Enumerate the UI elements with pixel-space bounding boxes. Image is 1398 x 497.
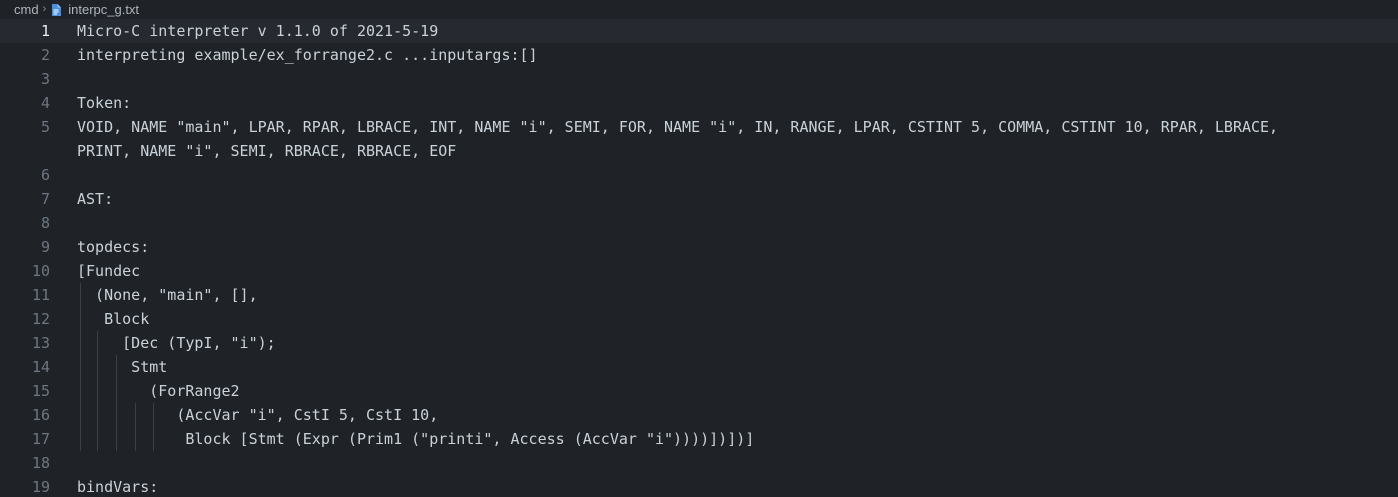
code-line[interactable]: 14 Stmt [0, 355, 1398, 379]
code-line[interactable]: 2 interpreting example/ex_forrange2.c ...… [0, 43, 1398, 67]
line-text: PRINT, NAME "i", SEMI, RBRACE, RBRACE, E… [77, 142, 457, 160]
line-number: 5 [40, 118, 50, 136]
line-text: (None, "main", [], [77, 286, 258, 304]
line-text: Stmt [77, 358, 168, 376]
line-number: 17 [31, 430, 50, 448]
code-line[interactable]: 5 VOID, NAME "main", LPAR, RPAR, LBRACE, … [0, 115, 1398, 139]
code-line[interactable]: 10 [Fundec [0, 259, 1398, 283]
line-number: 4 [40, 94, 50, 112]
code-line[interactable]: 3 [0, 67, 1398, 91]
line-number: 12 [31, 310, 50, 328]
line-number: 15 [31, 382, 50, 400]
code-line[interactable]: 11 (None, "main", [], [0, 283, 1398, 307]
line-number: 14 [31, 358, 50, 376]
line-text: (AccVar "i", CstI 5, CstI 10, [77, 406, 439, 424]
code-line[interactable]: 8 [0, 211, 1398, 235]
line-number: 9 [40, 238, 50, 256]
line-number: 2 [40, 46, 50, 64]
line-number: 6 [40, 166, 50, 184]
line-text: bindVars: [77, 478, 159, 496]
line-number: 18 [31, 454, 50, 472]
editor[interactable]: 1 Micro-C interpreter v 1.1.0 of 2021-5-1… [0, 19, 1398, 497]
code-line[interactable]: 15 (ForRange2 [0, 379, 1398, 403]
line-text: Token: [77, 94, 132, 112]
line-text: AST: [77, 190, 114, 208]
line-number: 1 [40, 22, 50, 40]
chevron-right-icon: › [42, 2, 47, 15]
file-icon [52, 3, 62, 16]
code-line[interactable]: 1 Micro-C interpreter v 1.1.0 of 2021-5-1… [0, 19, 1398, 43]
code-line[interactable]: 18 [0, 451, 1398, 475]
breadcrumb: cmd › interpc_g.txt [0, 0, 1398, 19]
line-number: 10 [31, 262, 50, 280]
code-line[interactable]: 6 [0, 163, 1398, 187]
code-line[interactable]: 16 (AccVar "i", CstI 5, CstI 10, [0, 403, 1398, 427]
line-text: Block [77, 310, 150, 328]
code-line[interactable]: PRINT, NAME "i", SEMI, RBRACE, RBRACE, E… [0, 139, 1398, 163]
line-text: interpreting example/ex_forrange2.c ...i… [77, 46, 538, 64]
code-line[interactable]: 17 Block [Stmt (Expr (Prim1 ("printi", A… [0, 427, 1398, 451]
line-number: 11 [31, 286, 50, 304]
line-number: 19 [31, 478, 50, 496]
line-text: VOID, NAME "main", LPAR, RPAR, LBRACE, I… [77, 118, 1279, 136]
code-line[interactable]: 4 Token: [0, 91, 1398, 115]
code-line[interactable]: 12 Block [0, 307, 1398, 331]
line-number: 8 [40, 214, 50, 232]
line-text: (ForRange2 [77, 382, 240, 400]
code-line[interactable]: 7 AST: [0, 187, 1398, 211]
breadcrumb-folder[interactable]: cmd [14, 2, 39, 17]
code-line[interactable]: 19 bindVars: [0, 475, 1398, 497]
line-text: [Dec (TypI, "i"); [77, 334, 276, 352]
breadcrumb-file[interactable]: interpc_g.txt [68, 2, 139, 17]
line-text: topdecs: [77, 238, 150, 256]
code-line[interactable]: 9 topdecs: [0, 235, 1398, 259]
line-number: 3 [40, 70, 50, 88]
line-number: 7 [40, 190, 50, 208]
line-text: Micro-C interpreter v 1.1.0 of 2021-5-19 [77, 22, 439, 40]
line-text: [Fundec [77, 262, 141, 280]
code-line[interactable]: 13 [Dec (TypI, "i"); [0, 331, 1398, 355]
line-number: 16 [31, 406, 50, 424]
line-text: Block [Stmt (Expr (Prim1 ("printi", Acce… [77, 430, 755, 448]
line-number: 13 [31, 334, 50, 352]
